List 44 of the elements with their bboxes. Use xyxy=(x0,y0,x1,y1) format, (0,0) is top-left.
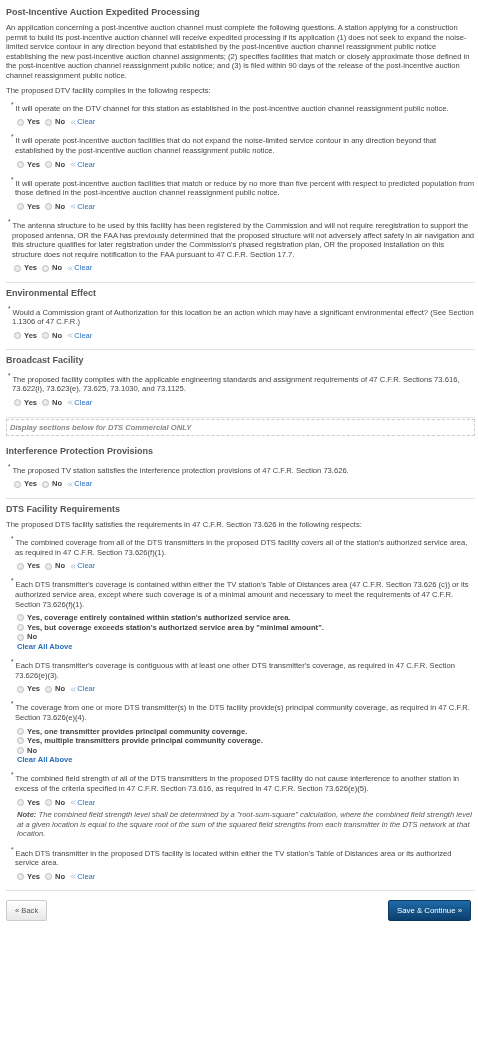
radio-button[interactable] xyxy=(45,203,53,211)
double-chevron-icon xyxy=(70,686,77,692)
radio-button[interactable] xyxy=(17,873,24,881)
radio-button[interactable] xyxy=(17,118,24,126)
radio-button[interactable] xyxy=(17,727,24,735)
radio-button[interactable] xyxy=(45,118,53,126)
section-heading: DTS Facility Requirements xyxy=(6,503,122,515)
radio-button[interactable] xyxy=(45,160,53,168)
radio-button[interactable] xyxy=(45,798,53,806)
double-chevron-icon xyxy=(70,799,77,805)
radio-button[interactable] xyxy=(14,332,21,339)
radio-button[interactable] xyxy=(45,562,53,570)
radio-button[interactable] xyxy=(42,399,50,407)
radio-button[interactable] xyxy=(17,633,24,641)
radio-button[interactable] xyxy=(17,614,24,622)
double-chevron-icon xyxy=(67,333,74,338)
double-chevron-icon xyxy=(70,204,77,210)
double-chevron-icon xyxy=(70,874,77,880)
radio-button[interactable] xyxy=(14,480,21,488)
section-heading: Interference Protection Provisions xyxy=(6,446,155,458)
radio-button[interactable] xyxy=(42,480,50,488)
radio-button[interactable] xyxy=(14,399,21,407)
radio-button[interactable] xyxy=(17,685,24,693)
double-chevron-icon xyxy=(70,563,77,569)
radio-button[interactable] xyxy=(45,685,53,693)
double-chevron-icon xyxy=(67,400,74,406)
section-heading: Environmental Effect xyxy=(6,288,98,299)
double-chevron-icon xyxy=(67,265,74,271)
section-heading: Broadcast Facility xyxy=(6,355,85,367)
double-chevron-icon xyxy=(67,481,74,487)
radio-button[interactable] xyxy=(17,160,24,168)
double-chevron-icon xyxy=(70,119,77,125)
radio-button[interactable] xyxy=(17,203,24,211)
radio-button[interactable] xyxy=(14,264,21,272)
radio-button[interactable] xyxy=(17,747,24,755)
radio-button[interactable] xyxy=(17,562,24,570)
radio-button[interactable] xyxy=(17,737,24,745)
double-chevron-icon xyxy=(70,161,77,167)
radio-button[interactable] xyxy=(42,264,50,272)
radio-button[interactable] xyxy=(17,798,24,806)
radio-button[interactable] xyxy=(45,873,53,881)
radio-button[interactable] xyxy=(17,624,24,632)
radio-button[interactable] xyxy=(42,332,50,339)
section-heading: Post-Incentive Auction Expedited Processing xyxy=(6,7,201,18)
